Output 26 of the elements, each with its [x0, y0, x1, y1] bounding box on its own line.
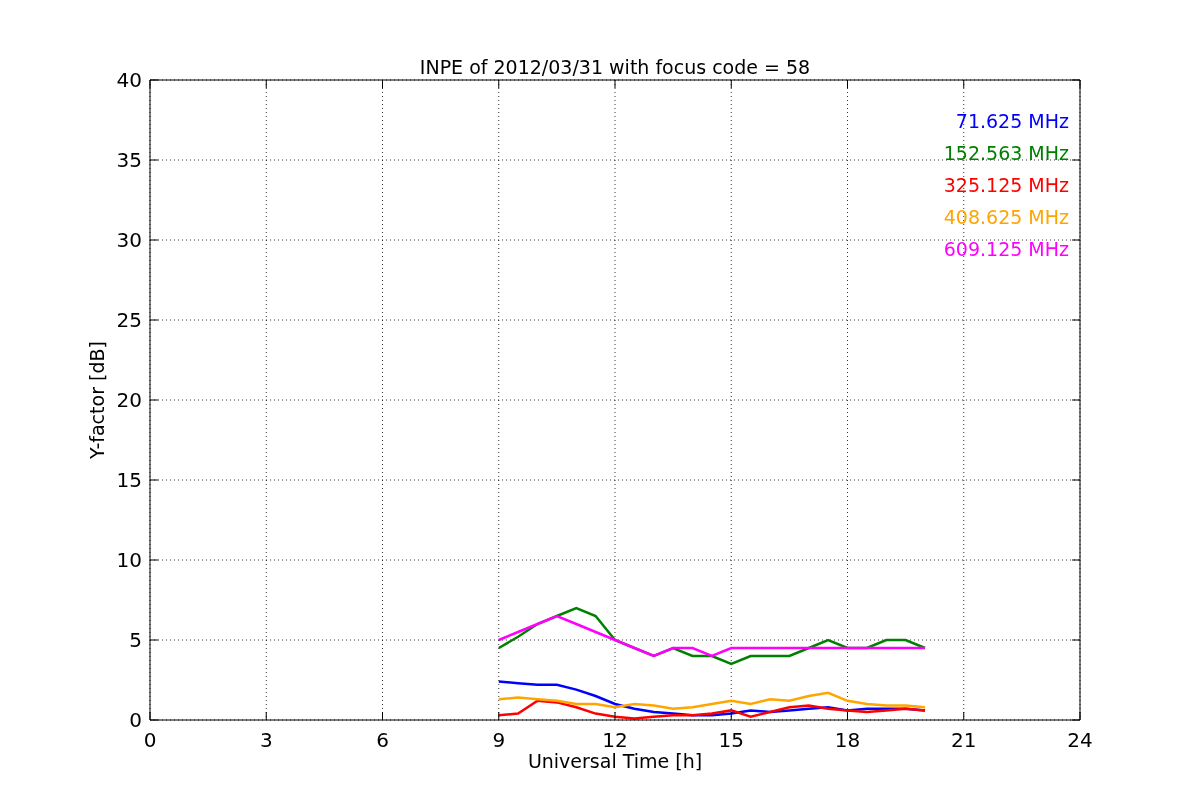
legend-label: 71.625 MHz [955, 110, 1069, 132]
x-axis-label: Universal Time [h] [527, 750, 703, 772]
x-tick-label: 0 [143, 728, 157, 752]
y-tick-label: 35 [116, 148, 142, 172]
y-tick-label: 5 [129, 628, 142, 652]
x-tick-label: 15 [718, 728, 744, 752]
legend-label: 325.125 MHz [943, 174, 1069, 196]
y-tick-label: 30 [116, 228, 142, 252]
x-tick-label: 3 [259, 728, 273, 752]
legend-label: 408.625 MHz [943, 206, 1069, 228]
x-tick-label: 12 [602, 728, 628, 752]
y-tick-label: 15 [116, 468, 142, 492]
y-tick-label: 40 [116, 68, 142, 92]
x-tick-label: 9 [492, 728, 506, 752]
y-axis-label: Y-factor [dB] [86, 341, 108, 459]
x-tick-label: 24 [1067, 728, 1093, 752]
legend-label: 152.563 MHz [943, 142, 1069, 164]
legend-label: 609.125 MHz [943, 238, 1069, 260]
y-tick-label: 20 [116, 388, 142, 412]
y-tick-label: 0 [129, 708, 142, 732]
x-tick-label: 6 [376, 728, 389, 752]
x-tick-label: 18 [834, 728, 861, 752]
y-tick-label: 25 [116, 308, 142, 332]
y-tick-label: 10 [116, 548, 142, 572]
x-tick-label: 21 [951, 728, 977, 752]
chart-title: INPE of 2012/03/31 with focus code = 58 [419, 56, 811, 78]
